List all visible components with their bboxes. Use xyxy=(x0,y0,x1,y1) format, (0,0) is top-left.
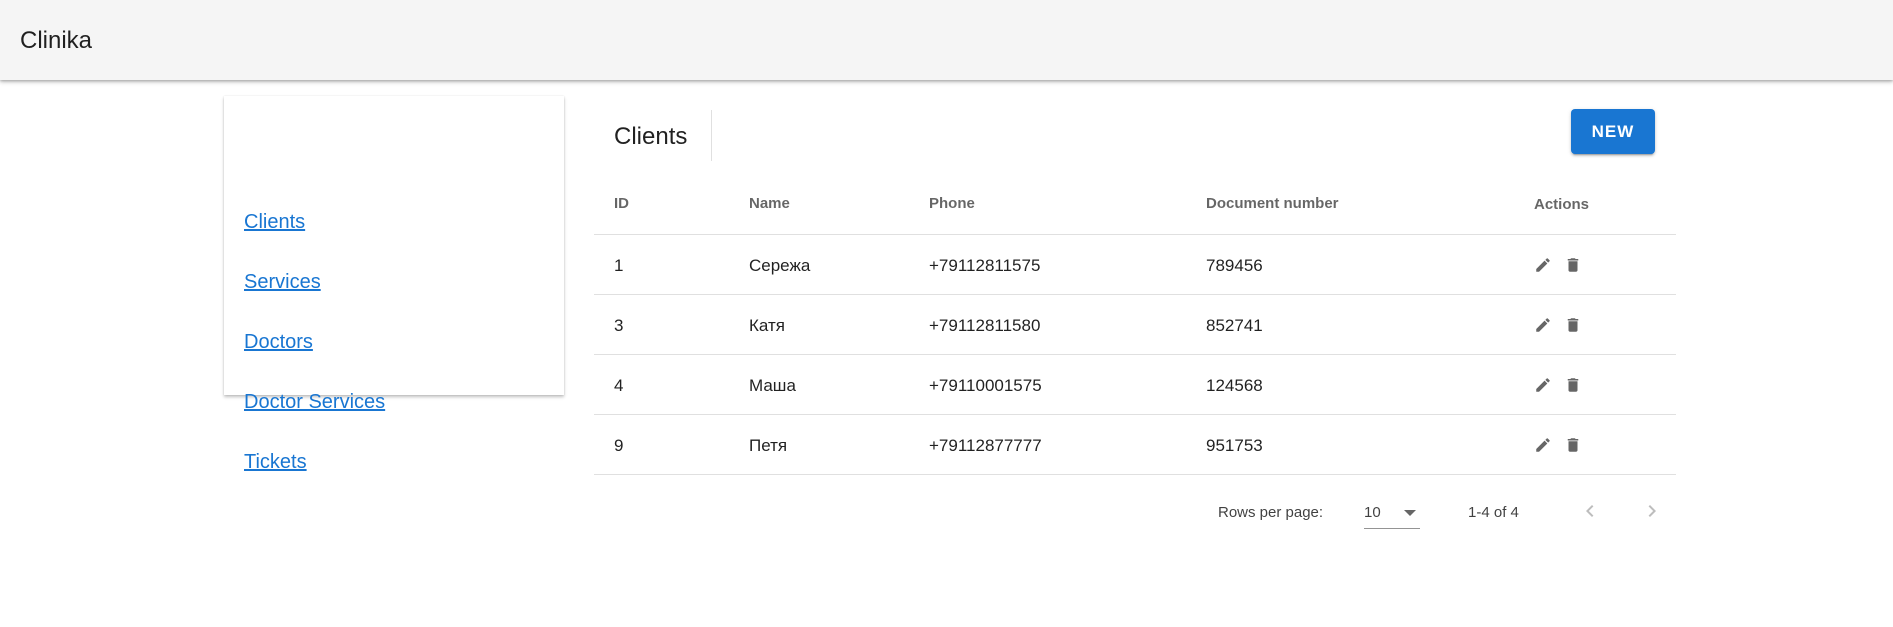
sidebar-item-clients[interactable]: Clients xyxy=(244,210,305,234)
cell-id: 3 xyxy=(614,316,624,335)
delete-icon[interactable] xyxy=(1564,316,1582,334)
column-header-document-number[interactable]: Document number xyxy=(1206,195,1339,212)
sidebar-item-doctor-services[interactable]: Doctor Services xyxy=(244,390,385,414)
sidebar-item-doctors[interactable]: Doctors xyxy=(244,330,313,354)
new-client-button[interactable]: NEW xyxy=(1571,109,1655,154)
page-title: Clients xyxy=(614,123,688,150)
sidebar: Clients Services Doctors Doctor Services… xyxy=(224,96,564,473)
title-divider xyxy=(711,110,712,161)
edit-icon[interactable] xyxy=(1534,256,1552,274)
cell-id: 1 xyxy=(614,256,624,275)
table-pagination: Rows per page: 10 1-4 of 4 xyxy=(594,477,1676,533)
sidebar-item-services[interactable]: Services xyxy=(244,270,321,294)
column-header-id[interactable]: ID xyxy=(614,195,629,212)
cell-id: 4 xyxy=(614,376,624,395)
pagination-range: 1-4 of 4 xyxy=(1468,504,1519,521)
cell-document-number: 852741 xyxy=(1206,316,1263,335)
cell-phone: +79112811580 xyxy=(929,316,1041,335)
table-row: 1 Сережа +79112811575 789456 xyxy=(594,235,1676,295)
table-row: 4 Маша +79110001575 124568 xyxy=(594,355,1676,415)
chevron-down-icon xyxy=(1404,510,1416,516)
rows-per-page-value: 10 xyxy=(1364,504,1381,521)
cell-name: Маша xyxy=(749,376,796,395)
table-row: 3 Катя +79112811580 852741 xyxy=(594,295,1676,355)
column-header-actions: Actions xyxy=(1534,196,1590,213)
cell-name: Сережа xyxy=(749,256,811,275)
sidebar-item-tickets[interactable]: Tickets xyxy=(244,450,307,474)
cell-document-number: 124568 xyxy=(1206,376,1263,395)
cell-name: Катя xyxy=(749,316,785,335)
cell-id: 9 xyxy=(614,436,624,455)
cell-phone: +79112811575 xyxy=(929,256,1041,275)
app-title: Clinika xyxy=(20,27,93,54)
cell-document-number: 951753 xyxy=(1206,436,1263,455)
cell-phone: +79110001575 xyxy=(929,376,1042,395)
previous-page-icon[interactable] xyxy=(1578,499,1602,523)
delete-icon[interactable] xyxy=(1564,436,1582,454)
cell-name: Петя xyxy=(749,436,788,455)
column-header-phone[interactable]: Phone xyxy=(929,195,975,212)
delete-icon[interactable] xyxy=(1564,376,1582,394)
app-bar: Clinika xyxy=(0,0,1893,80)
delete-icon[interactable] xyxy=(1564,256,1582,274)
table-row: 9 Петя +79112877777 951753 xyxy=(594,415,1676,475)
cell-phone: +79112877777 xyxy=(929,436,1042,455)
rows-per-page-select[interactable]: 10 xyxy=(1364,496,1420,529)
edit-icon[interactable] xyxy=(1534,316,1552,334)
edit-icon[interactable] xyxy=(1534,376,1552,394)
next-page-icon[interactable] xyxy=(1640,499,1664,523)
column-header-name[interactable]: Name xyxy=(749,195,790,212)
edit-icon[interactable] xyxy=(1534,436,1552,454)
rows-per-page-label: Rows per page: xyxy=(1218,504,1324,521)
table-header-row: ID Name Phone Document number Actions xyxy=(594,175,1676,235)
cell-document-number: 789456 xyxy=(1206,256,1263,275)
